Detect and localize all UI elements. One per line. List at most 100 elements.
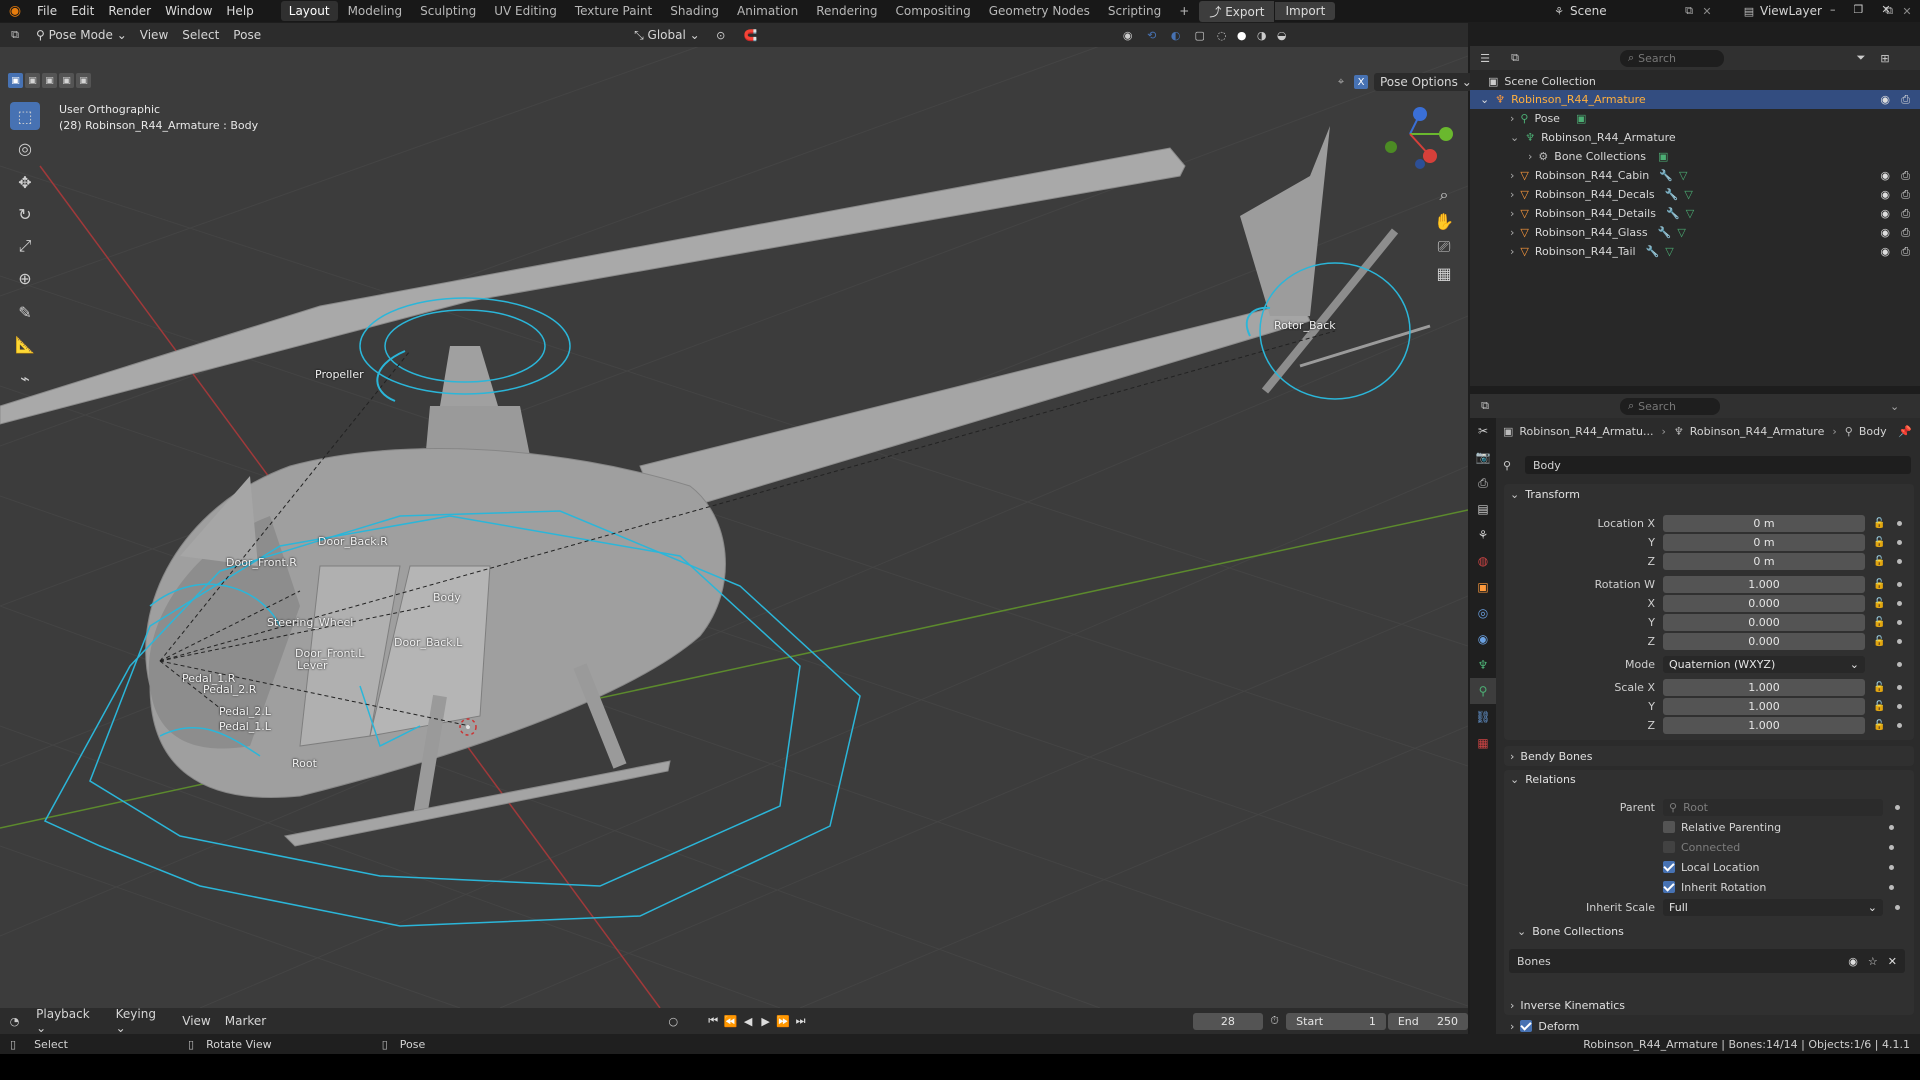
breadcrumb-armature[interactable]: Robinson_R44_Armature	[1690, 425, 1825, 438]
outliner-item-cabin[interactable]: › ▽ Robinson_R44_Cabin 🔧 ▽ ◉ ⎙	[1470, 166, 1920, 185]
properties-search[interactable]: ⌕ Search	[1620, 397, 1720, 415]
menu-window[interactable]: Window	[158, 4, 219, 18]
export-button[interactable]: ⤴ Export	[1199, 0, 1275, 22]
select-menu[interactable]: Select	[175, 28, 226, 42]
gizmo-neg-z[interactable]	[1415, 159, 1425, 169]
jump-keyframe-back-icon[interactable]: ⏪	[722, 1015, 739, 1028]
pose-menu[interactable]: Pose	[226, 28, 268, 42]
lock-icon[interactable]: 🔓	[1873, 682, 1885, 693]
cabin-visibility-icon[interactable]: ◉	[1880, 169, 1890, 182]
view-layer-tab-icon[interactable]: ▤	[1470, 496, 1496, 522]
rotation-y-field[interactable]: 0.000	[1663, 614, 1865, 631]
keyframe-dot-icon[interactable]	[1897, 639, 1903, 644]
star-icon[interactable]: ☆	[1868, 955, 1878, 968]
tab-uv-editing[interactable]: UV Editing	[486, 1, 565, 21]
restore-icon[interactable]: ❐	[1854, 3, 1864, 16]
outliner-item-details[interactable]: › ▽ Robinson_R44_Details 🔧 ▽ ◉ ⎙	[1470, 204, 1920, 223]
add-workspace-icon[interactable]: +	[1171, 1, 1197, 21]
visibility-icon[interactable]: ◉	[1116, 29, 1140, 42]
relative-parenting-checkbox[interactable]	[1663, 821, 1675, 833]
shading-solid-icon[interactable]: ●	[1232, 29, 1252, 42]
tail-render-icon[interactable]: ⎙	[1901, 245, 1910, 259]
lock-icon[interactable]: 🔓	[1873, 518, 1885, 529]
tab-geometry-nodes[interactable]: Geometry Nodes	[981, 1, 1098, 21]
select-box-tool-icon[interactable]: ⬚	[10, 102, 40, 130]
cursor-tool-icon[interactable]: ◎	[10, 134, 40, 162]
scene-selector[interactable]: ⚘ Scene ⧉ ✕	[1548, 2, 1716, 20]
snap-icon[interactable]: 🧲	[736, 29, 766, 42]
expand-arrow-icon[interactable]: ›	[1510, 112, 1514, 125]
current-frame-field[interactable]: 28	[1192, 1012, 1263, 1030]
connected-checkbox[interactable]	[1663, 841, 1675, 853]
outliner-item-decals[interactable]: › ▽ Robinson_R44_Decals 🔧 ▽ ◉ ⎙	[1470, 185, 1920, 204]
lock-icon[interactable]: 🔓	[1873, 556, 1885, 567]
expand-arrow-icon[interactable]: ›	[1510, 207, 1514, 220]
lock-icon[interactable]: 🔓	[1873, 598, 1885, 609]
bone-name-field[interactable]: Body	[1525, 456, 1911, 474]
keyframe-dot-icon[interactable]	[1897, 620, 1903, 625]
scale-x-field[interactable]: 1.000	[1663, 679, 1865, 696]
tab-shading[interactable]: Shading	[662, 1, 727, 21]
keyframe-dot-icon[interactable]	[1895, 804, 1900, 810]
rotate-tool-icon[interactable]: ↻	[10, 200, 40, 228]
lock-icon[interactable]: 🔓	[1873, 617, 1885, 628]
timeline-editor-icon[interactable]: ◔	[0, 1015, 29, 1028]
keyframe-dot-icon[interactable]	[1897, 685, 1903, 690]
cabin-render-icon[interactable]: ⎙	[1901, 169, 1910, 183]
transform-tool-icon[interactable]: ⊕	[10, 264, 40, 292]
armature-render-icon[interactable]: ⎙	[1901, 93, 1910, 107]
armature-data-tab-icon[interactable]: ♆	[1470, 652, 1496, 678]
shading-material-icon[interactable]: ◑	[1252, 29, 1272, 42]
local-location-checkbox[interactable]	[1663, 861, 1675, 873]
shading-wireframe-icon[interactable]: ◌	[1212, 29, 1232, 42]
object-tab-icon[interactable]: ▣	[1470, 574, 1496, 600]
location-z-field[interactable]: 0 m	[1663, 553, 1865, 570]
rotation-x-field[interactable]: 0.000	[1663, 595, 1865, 612]
tail-visibility-icon[interactable]: ◉	[1880, 245, 1890, 258]
output-tab-icon[interactable]: ⎙	[1470, 470, 1496, 496]
close-icon[interactable]: ✕	[1888, 955, 1897, 968]
rotation-mode-dropdown[interactable]: Quaternion (WXYZ) ⌄	[1663, 656, 1865, 673]
measure-tool-icon[interactable]: 📐	[10, 330, 40, 358]
location-y-field[interactable]: 0 m	[1663, 534, 1865, 551]
tab-sculpting[interactable]: Sculpting	[412, 1, 484, 21]
rotation-z-field[interactable]: 0.000	[1663, 633, 1865, 650]
menu-help[interactable]: Help	[219, 4, 260, 18]
properties-options-icon[interactable]: ⌄	[1890, 400, 1899, 413]
inherit-scale-dropdown[interactable]: Full ⌄	[1663, 898, 1883, 916]
close-window-icon[interactable]: ✕	[1881, 3, 1890, 16]
tool-tab-icon[interactable]: ✂	[1470, 418, 1496, 444]
scale-y-field[interactable]: 1.000	[1663, 698, 1865, 715]
parent-field[interactable]: ⚲ Root	[1663, 798, 1883, 816]
keyframe-dot-icon[interactable]	[1889, 864, 1894, 870]
bone-collections-subpanel-header[interactable]: ⌄ Bone Collections	[1505, 919, 1909, 943]
tab-scripting[interactable]: Scripting	[1100, 1, 1169, 21]
delete-scene-icon[interactable]: ✕	[1698, 5, 1716, 18]
editor-type-icon[interactable]: ⧉	[0, 28, 30, 42]
details-render-icon[interactable]: ⎙	[1901, 207, 1910, 221]
end-frame-field[interactable]: End 250	[1387, 1012, 1469, 1030]
collapse-arrow-icon[interactable]: ⌄	[1480, 93, 1489, 106]
shading-rendered-icon[interactable]: ◒	[1272, 29, 1292, 42]
properties-editor-icon[interactable]: ⧉	[1470, 399, 1500, 413]
tab-texture-paint[interactable]: Texture Paint	[567, 1, 660, 21]
x-mirror-toggle[interactable]: X	[1354, 75, 1368, 89]
glass-render-icon[interactable]: ⎙	[1901, 226, 1910, 240]
stopwatch-icon[interactable]: ⏱	[1263, 1014, 1286, 1028]
overlay-toggle-icon[interactable]: ◐	[1164, 29, 1188, 42]
select-extend-icon[interactable]: ▣	[25, 73, 40, 88]
playback-menu[interactable]: Playback ⌄	[29, 1007, 108, 1035]
outliner-item-pose[interactable]: › ⚲ Pose ▣	[1470, 109, 1920, 128]
outliner-item-armature[interactable]: ⌄ ♆ Robinson_R44_Armature ◉ ⎙	[1470, 90, 1920, 109]
breadcrumb-object[interactable]: Robinson_R44_Armatu...	[1519, 425, 1653, 438]
world-tab-icon[interactable]: ◍	[1470, 548, 1496, 574]
mode-dropdown[interactable]: ⚲ Pose Mode ⌄	[30, 26, 133, 44]
decals-render-icon[interactable]: ⎙	[1901, 188, 1910, 202]
marker-menu[interactable]: Marker	[218, 1014, 273, 1028]
outliner-editor-icon[interactable]: ☰	[1470, 52, 1500, 65]
blender-logo-icon[interactable]: ◉	[0, 3, 30, 19]
outliner-item-tail[interactable]: › ▽ Robinson_R44_Tail 🔧 ▽ ◉ ⎙	[1470, 242, 1920, 261]
orientation-dropdown[interactable]: ⤡ Global ⌄	[628, 25, 706, 45]
glass-visibility-icon[interactable]: ◉	[1880, 226, 1890, 239]
keyframe-dot-icon[interactable]	[1897, 704, 1903, 709]
